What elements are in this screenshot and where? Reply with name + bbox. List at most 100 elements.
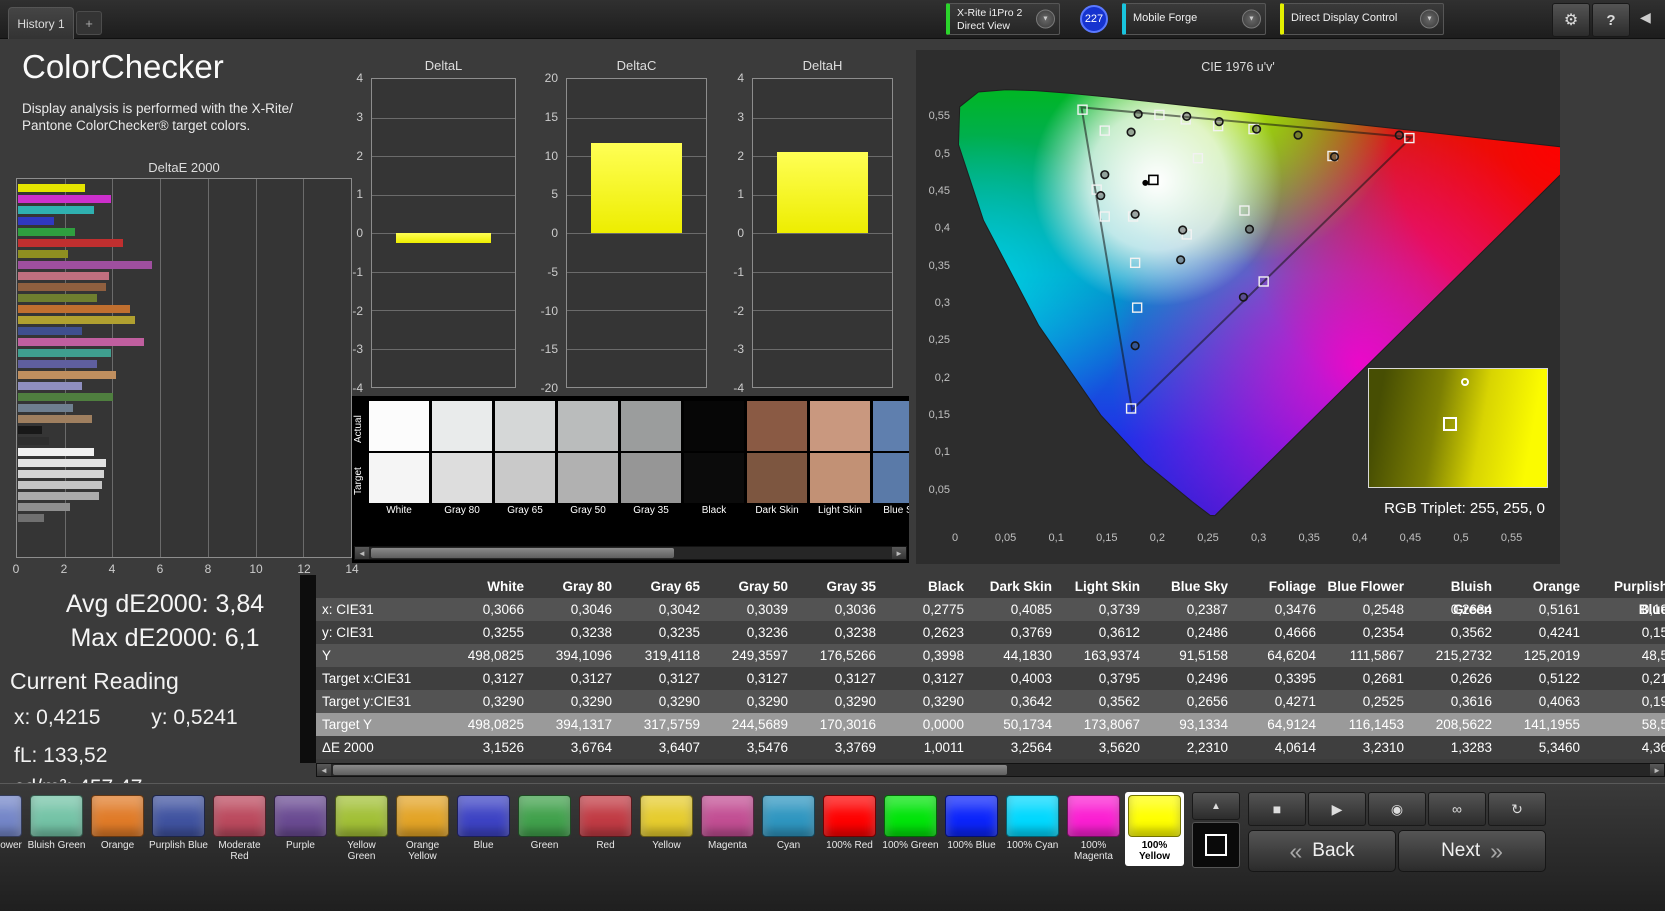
patch-button-bluish-green[interactable]: Bluish Green [27, 792, 86, 866]
current-xy-values: x: 0,4215 y: 0,5241 [14, 706, 238, 730]
patch-button-100-yellow[interactable]: 100% Yellow [1125, 792, 1184, 866]
swatch-strip: Actual Target White Gray 80 Gray 65 Gray 50… [352, 396, 909, 563]
target-swatch [810, 453, 870, 503]
patch-label: Blue Flower [0, 840, 22, 851]
axis-tick-label: 0 [737, 226, 744, 240]
patch-button-yellow-green[interactable]: Yellow Green [332, 792, 391, 866]
table-cell: 0,3476 [1274, 602, 1316, 617]
chevron-down-icon[interactable]: ▼ [1036, 9, 1055, 29]
scroll-left-icon[interactable]: ◄ [317, 764, 331, 776]
collapse-panel-button[interactable]: ◀ [1640, 9, 1651, 26]
table-cell: 4,0614 [1274, 740, 1316, 755]
deltae-bar [18, 349, 112, 357]
patch-button-100-red[interactable]: 100% Red [820, 792, 879, 866]
patch-list-up-button[interactable]: ▲ [1192, 792, 1240, 820]
table-cell: 0,3642 [1010, 694, 1052, 709]
refresh-button[interactable]: ↻ [1488, 792, 1546, 826]
patch-color-swatch [884, 795, 937, 837]
patch-button-red[interactable]: Red [576, 792, 635, 866]
patch-button-magenta[interactable]: Magenta [698, 792, 757, 866]
scroll-right-icon[interactable]: ► [1650, 764, 1664, 776]
swatch-label: White [386, 505, 412, 516]
table-left-strip [300, 575, 316, 763]
deltae-bar [18, 404, 73, 412]
scroll-right-icon[interactable]: ► [892, 547, 906, 559]
row-label: x: CIE31 [322, 602, 374, 617]
table-cell: 0,3395 [1274, 671, 1316, 686]
table-rows: White Gray 80 Gray 65 Gray 50 Gray 35 Black Da… [316, 575, 1665, 759]
table-cell: 3,2564 [1010, 740, 1052, 755]
chevron-down-icon[interactable]: ▼ [1242, 9, 1261, 29]
scroll-left-icon[interactable]: ◄ [355, 547, 369, 559]
chevron-down-icon[interactable]: ▼ [1420, 9, 1439, 29]
column-header: Black [927, 579, 964, 594]
back-button[interactable]: « Back [1248, 830, 1396, 872]
axis-tick-label: 1 [356, 187, 363, 202]
patch-button-100-cyan[interactable]: 100% Cyan [1003, 792, 1062, 866]
play-button[interactable]: ▶ [1308, 792, 1366, 826]
target-swatch [369, 453, 429, 503]
help-button[interactable]: ? [1592, 3, 1630, 37]
continuous-measure-button[interactable]: ∞ [1428, 792, 1486, 826]
results-table: White Gray 80 Gray 65 Gray 50 Gray 35 Black Da… [300, 575, 1665, 781]
patch-button-green[interactable]: Green [515, 792, 574, 866]
patch-button-orange-yellow[interactable]: Orange Yellow [393, 792, 452, 866]
axis-tick-label: 0,05 [928, 483, 950, 496]
table-cell: 0,2775 [922, 602, 964, 617]
table-row: ΔE 2000 3,1526 3,6764 3,6407 3,5476 3,3769 1,0… [316, 736, 1665, 759]
axis-tick-label: 0,2 [1149, 532, 1166, 544]
patch-label: Yellow Green [347, 840, 376, 862]
cie-measured-point [1329, 152, 1340, 162]
patch-button-100-magenta[interactable]: 100% Magenta [1064, 792, 1123, 866]
stop-button[interactable]: ■ [1248, 792, 1306, 826]
swatch-strip-scrollbar[interactable]: ◄ ► [354, 546, 907, 560]
table-cell: 1,0011 [923, 740, 964, 755]
axis-tick-label: 0,35 [1298, 532, 1320, 544]
next-button[interactable]: Next » [1398, 830, 1546, 872]
swatch-label: Blue Sky [883, 505, 909, 516]
patch-button-100-green[interactable]: 100% Green [881, 792, 940, 866]
deltaC-plot [566, 78, 707, 388]
patch-button-blue-flower[interactable]: Blue Flower [0, 792, 25, 866]
patch-button-purple[interactable]: Purple [271, 792, 330, 866]
table-scrollbar[interactable]: ◄ ► [316, 763, 1665, 777]
table-cell: 0,2626 [1450, 671, 1492, 686]
axis-tick-label: -1 [733, 264, 744, 279]
meter-dropdown[interactable]: X-Rite i1Pro 2 Direct View ▼ [946, 3, 1060, 35]
display-control-dropdown[interactable]: Direct Display Control ▼ [1280, 3, 1444, 35]
table-cell: 116,1453 [1348, 717, 1404, 732]
current-x-value: x: 0,4215 [14, 706, 101, 729]
table-row: Target y:CIE31 0,3290 0,3290 0,3290 0,3290 0,… [316, 690, 1665, 713]
add-tab-button[interactable]: + [76, 11, 102, 35]
axis-tick-label: 6 [156, 562, 164, 576]
patch-button-cyan[interactable]: Cyan [759, 792, 818, 866]
swatch-label: Light Skin [818, 505, 862, 516]
axis-tick-label: 0 [12, 562, 20, 576]
table-cell: 249,3597 [731, 648, 788, 663]
arrow-up-icon: ▲ [1211, 800, 1221, 812]
patch-button-purplish-blue[interactable]: Purplish Blue [149, 792, 208, 866]
pattern-window-button[interactable] [1192, 822, 1240, 868]
source-dropdown[interactable]: Mobile Forge ▼ [1122, 3, 1266, 35]
bottom-toolbar: Blue Flower Bluish Green Orange Purplish Bl… [0, 783, 1665, 911]
patch-button-100-blue[interactable]: 100% Blue [942, 792, 1001, 866]
column-header: Purplish Blue [1613, 579, 1665, 617]
table-cell: 4,36 [1641, 740, 1665, 755]
cie-measured-point [1133, 109, 1143, 119]
patch-button-orange[interactable]: Orange [88, 792, 147, 866]
settings-button[interactable]: ⚙ [1552, 3, 1590, 37]
table-cell: 0,2387 [1186, 602, 1228, 617]
table-cell: 0,3290 [922, 694, 964, 709]
tab-history-1[interactable]: History 1 [8, 7, 74, 39]
swatch-column: White [369, 401, 429, 519]
patch-button-yellow[interactable]: Yellow [637, 792, 696, 866]
deltac-chart-title: DeltaC [616, 58, 657, 73]
patch-button-moderate-red[interactable]: Moderate Red [210, 792, 269, 866]
scrollbar-thumb[interactable] [333, 765, 1007, 775]
table-cell: 111,5867 [1349, 648, 1404, 663]
patch-label: 100% Cyan [1006, 840, 1059, 851]
table-cell: 0,3127 [834, 671, 876, 686]
scrollbar-thumb[interactable] [371, 548, 675, 558]
measure-button[interactable]: ◉ [1368, 792, 1426, 826]
patch-button-blue[interactable]: Blue [454, 792, 513, 866]
